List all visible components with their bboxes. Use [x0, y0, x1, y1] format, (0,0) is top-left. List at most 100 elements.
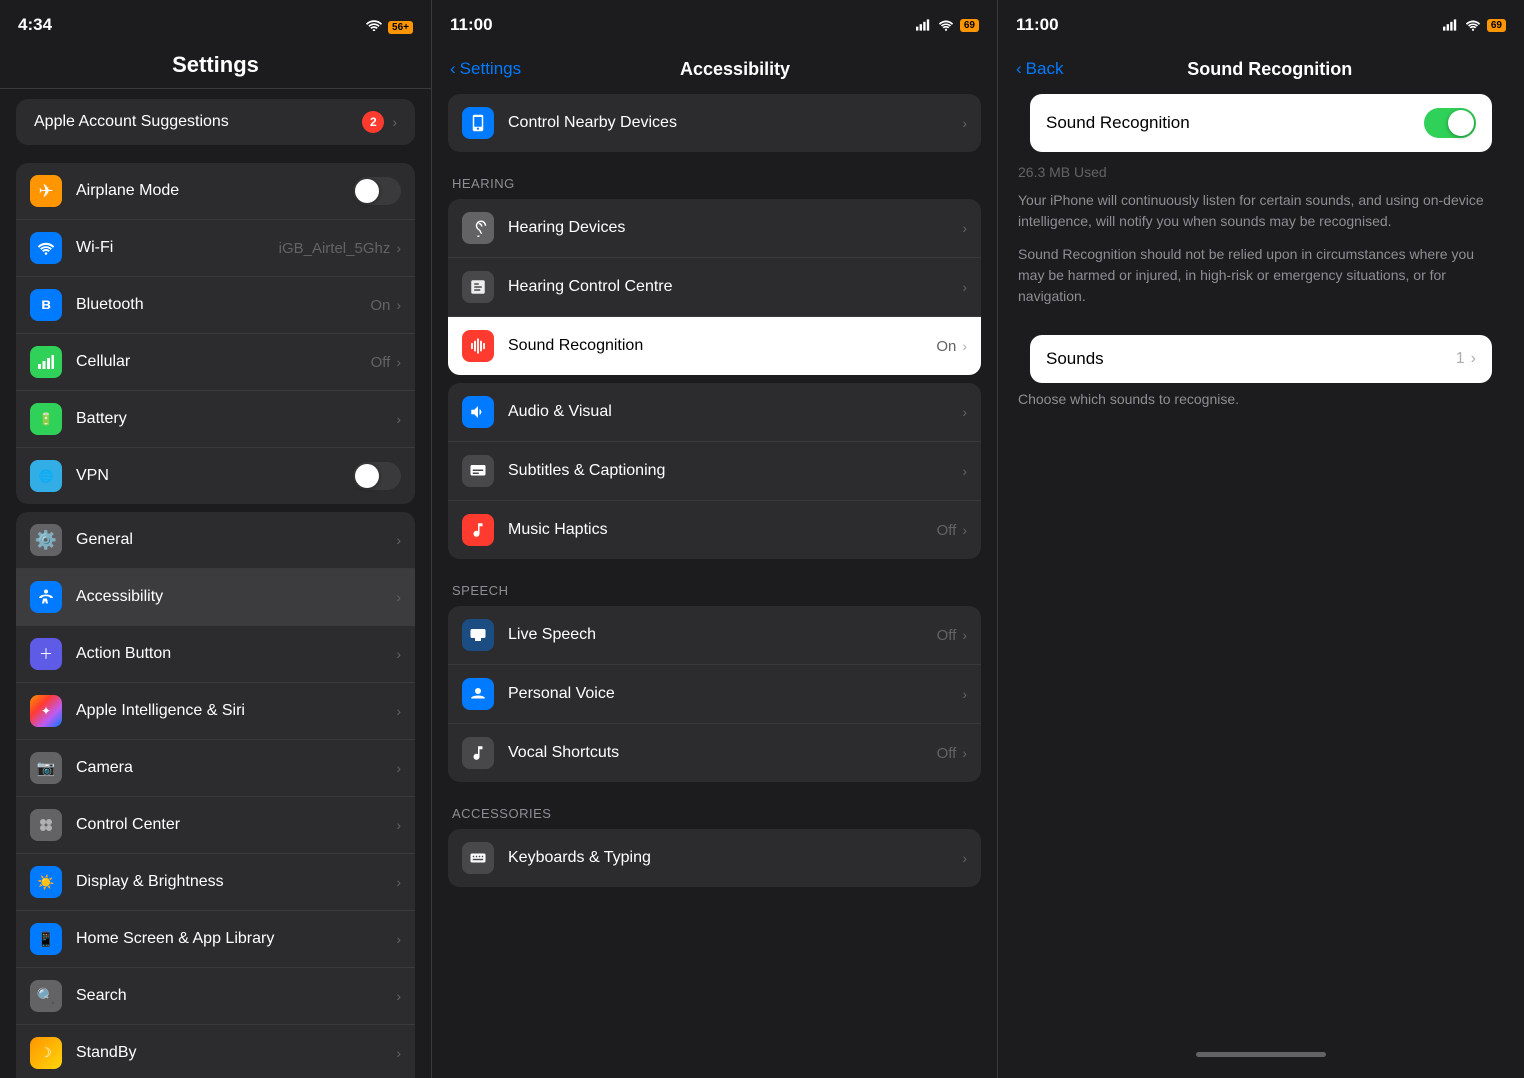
sound-toggle-label: Sound Recognition: [1046, 113, 1190, 133]
accessibility-icon: [30, 581, 62, 613]
accessories-header: ACCESSORIES: [448, 790, 981, 829]
settings-row-wifi[interactable]: Wi-Fi iGB_Airtel_5Ghz ›: [16, 220, 415, 277]
music-haptics-icon: [462, 514, 494, 546]
settings-row-bluetooth[interactable]: ʙ Bluetooth On ›: [16, 277, 415, 334]
action-icon: ＋: [30, 638, 62, 670]
settings-row-battery[interactable]: 🔋 Battery ›: [16, 391, 415, 448]
home-icon: 📱: [30, 923, 62, 955]
acc-row-personal-voice[interactable]: Personal Voice ›: [448, 665, 981, 724]
accessibility-list: Control Nearby Devices › HEARING Hearing…: [432, 94, 997, 1078]
acc-row-audio[interactable]: Audio & Visual ›: [448, 383, 981, 442]
control-icon: [30, 809, 62, 841]
back-chevron-2: ‹: [450, 59, 456, 79]
sounds-section-wrap: Sounds 1 ›: [1014, 335, 1508, 383]
settings-row-camera[interactable]: 📷 Camera ›: [16, 740, 415, 797]
speech-header: SPEECH: [448, 567, 981, 606]
sound-desc-section: 26.3 MB Used Your iPhone will continuous…: [998, 152, 1524, 335]
wifi-icon-1: [366, 19, 382, 31]
wifi-icon-2: [938, 19, 954, 31]
back-button-3[interactable]: ‹ Back: [1016, 59, 1063, 79]
sound-toggle-section: Sound Recognition: [1030, 94, 1492, 152]
subtitles-icon: [462, 455, 494, 487]
acc-row-vocal-shortcuts[interactable]: Vocal Shortcuts Off ›: [448, 724, 981, 782]
settings-row-general[interactable]: ⚙️ General ›: [16, 512, 415, 569]
status-time-3: 11:00: [1016, 15, 1059, 35]
hearing-control-icon: [462, 271, 494, 303]
status-icons-2: 69: [916, 19, 979, 32]
acc-row-subtitles[interactable]: Subtitles & Captioning ›: [448, 442, 981, 501]
battery-badge-1: 56+: [388, 18, 413, 33]
apple-account-badge: 2: [362, 111, 384, 133]
settings-row-display[interactable]: ☀️ Display & Brightness ›: [16, 854, 415, 911]
acc-section-speech: Live Speech Off › Personal Voice › Vocal…: [448, 606, 981, 782]
vocal-shortcuts-icon: [462, 737, 494, 769]
search-icon: 🔍: [30, 980, 62, 1012]
personal-voice-icon: [462, 678, 494, 710]
settings-row-vpn[interactable]: 🌐 VPN: [16, 448, 415, 504]
sounds-count: 1: [1456, 350, 1465, 368]
sound-description-2: Sound Recognition should not be relied u…: [1018, 244, 1504, 307]
acc-row-hearing-control[interactable]: Hearing Control Centre ›: [448, 258, 981, 317]
settings-row-cellular[interactable]: Cellular Off ›: [16, 334, 415, 391]
sound-recognition-panel: 11:00 69 ‹ Back Sound Recognition Sound …: [998, 0, 1524, 1078]
sound-content: Sound Recognition 26.3 MB Used Your iPho…: [998, 94, 1524, 1044]
signal-icon-2: [916, 19, 932, 31]
apple-account-right: 2 ›: [362, 111, 397, 133]
status-icons-1: 56+: [366, 18, 413, 33]
settings-header: Settings: [0, 44, 431, 89]
battery-badge-3: 69: [1487, 19, 1506, 32]
settings-row-siri[interactable]: ✦ Apple Intelligence & Siri ›: [16, 683, 415, 740]
status-bar-2: 11:00 69: [432, 0, 997, 44]
cellular-icon: [30, 346, 62, 378]
acc-row-keyboards[interactable]: Keyboards & Typing ›: [448, 829, 981, 887]
settings-list: ✈ Airplane Mode Wi-Fi iGB_Airtel_5Ghz › …: [0, 155, 431, 1078]
settings-row-home[interactable]: 📱 Home Screen & App Library ›: [16, 911, 415, 968]
home-bar-3: [998, 1044, 1524, 1078]
settings-row-search[interactable]: 🔍 Search ›: [16, 968, 415, 1025]
acc-row-live-speech[interactable]: Live Speech Off ›: [448, 606, 981, 665]
sounds-right: 1 ›: [1456, 350, 1476, 368]
siri-icon: ✦: [30, 695, 62, 727]
nearby-icon: [462, 107, 494, 139]
vpn-icon: 🌐: [30, 460, 62, 492]
hearing-header: HEARING: [448, 160, 981, 199]
sound-sounds-section[interactable]: Sounds 1 ›: [1030, 335, 1492, 383]
settings-row-action[interactable]: ＋ Action Button ›: [16, 626, 415, 683]
back-label-2: Settings: [460, 59, 521, 79]
settings-row-control[interactable]: Control Center ›: [16, 797, 415, 854]
settings-panel: 4:34 56+ Settings Apple Account Suggesti…: [0, 0, 432, 1078]
settings-row-airplane[interactable]: ✈ Airplane Mode: [16, 163, 415, 220]
standby-icon: ☽: [30, 1037, 62, 1069]
camera-icon: 📷: [30, 752, 62, 784]
acc-row-music-haptics[interactable]: Music Haptics Off ›: [448, 501, 981, 559]
sounds-chevron: ›: [1471, 350, 1476, 368]
acc-row-hearing-devices[interactable]: Hearing Devices ›: [448, 199, 981, 258]
general-icon: ⚙️: [30, 524, 62, 556]
sound-recognition-toggle[interactable]: [1424, 108, 1476, 138]
apple-account-row[interactable]: Apple Account Suggestions 2 ›: [16, 99, 415, 145]
back-label-3: Back: [1026, 59, 1064, 79]
sound-description-1: Your iPhone will continuously listen for…: [1018, 190, 1504, 232]
settings-row-standby[interactable]: ☽ StandBy ›: [16, 1025, 415, 1078]
battery-icon: 🔋: [30, 403, 62, 435]
vpn-toggle[interactable]: [353, 462, 401, 490]
apple-account-label: Apple Account Suggestions: [34, 113, 229, 131]
display-icon: ☀️: [30, 866, 62, 898]
back-button-2[interactable]: ‹ Settings: [450, 59, 521, 79]
sound-recognition-icon: [462, 330, 494, 362]
live-speech-icon: [462, 619, 494, 651]
acc-row-sound-recognition[interactable]: Sound Recognition On ›: [448, 317, 981, 375]
acc-row-nearby[interactable]: Control Nearby Devices ›: [448, 94, 981, 152]
wifi-icon-3: [1465, 19, 1481, 31]
settings-title: Settings: [18, 52, 413, 78]
settings-row-accessibility[interactable]: Accessibility ›: [16, 569, 415, 626]
acc-section-accessories: Keyboards & Typing ›: [448, 829, 981, 887]
hearing-devices-icon: [462, 212, 494, 244]
nav-bar-2: ‹ Settings Accessibility: [432, 44, 997, 94]
nav-bar-3: ‹ Back Sound Recognition: [998, 44, 1524, 94]
status-bar-3: 11:00 69: [998, 0, 1524, 44]
acc-section-top: Control Nearby Devices ›: [448, 94, 981, 152]
airplane-toggle[interactable]: [353, 177, 401, 205]
status-time-1: 4:34: [18, 15, 52, 35]
settings-section-2: ⚙️ General › Accessibility › ＋ Action Bu…: [16, 512, 415, 1078]
